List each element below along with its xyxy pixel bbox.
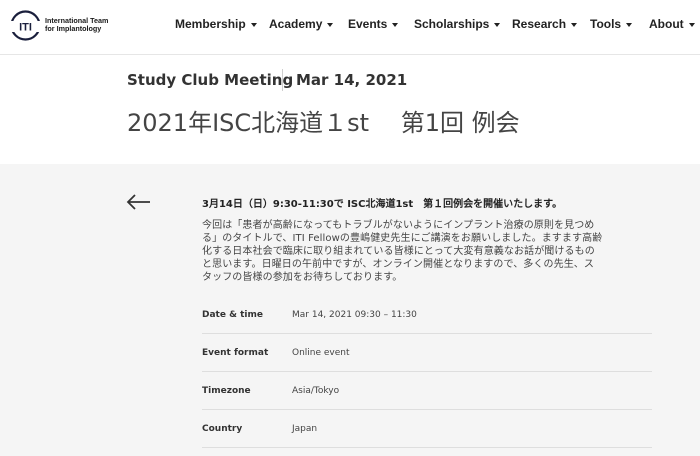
detail-label: Event format: [202, 348, 269, 358]
nav-events-label: Events: [348, 17, 388, 31]
nav-membership-label: Membership: [175, 17, 246, 31]
event-type: Study Club Meeting: [127, 71, 294, 89]
nav-academy[interactable]: Academy: [269, 17, 334, 31]
detail-row-date-time: Date & time Mar 14, 2021 09:30 – 11:30: [202, 296, 652, 334]
detail-value: Mar 14, 2021 09:30 – 11:30: [292, 310, 417, 320]
detail-value: Online event: [292, 348, 350, 358]
event-headline: 3月14日（日）9:30-11:30で ISC北海道1st 第１回例会を開催いた…: [202, 199, 563, 210]
detail-row-country: Country Japan: [202, 410, 652, 448]
chevron-down-icon: [688, 22, 695, 27]
nav-scholarships[interactable]: Scholarships: [414, 17, 501, 31]
main-menu: Membership Academy Events Scholarships R…: [0, 17, 700, 33]
description-line: る」のタイトルで、ITI Fellowの豊嶋健史先生にご講演をお願いしました。ま…: [202, 233, 603, 244]
nav-research[interactable]: Research: [512, 17, 578, 31]
nav-research-label: Research: [512, 17, 567, 31]
detail-label: Date & time: [202, 310, 263, 320]
nav-tools[interactable]: Tools: [590, 17, 633, 31]
description-line: タッフの皆様の参加をお待ちしております。: [202, 272, 403, 283]
description-line: と思います。日曜日の午前中ですが、オンライン開催となりますので、多くの先生、ス: [202, 259, 594, 270]
event-details-table: Date & time Mar 14, 2021 09:30 – 11:30 E…: [202, 296, 652, 448]
header-divider: [282, 69, 283, 91]
detail-row-timezone: Timezone Asia/Tokyo: [202, 372, 652, 410]
description-line: 化する日本社会で臨床に取り組まれている皆様にとって大変有意義なお話が聞けるもの: [202, 246, 595, 257]
top-navigation-bar: ITI International Team for Implantology …: [0, 0, 700, 55]
nav-about-label: About: [649, 17, 684, 31]
nav-membership[interactable]: Membership: [175, 17, 257, 31]
detail-label: Timezone: [202, 386, 251, 396]
nav-scholarships-label: Scholarships: [414, 17, 490, 31]
description-line: 今回は「患者が高齢になってもトラブルがないようにインプラント治療の原則を見つめ: [202, 220, 595, 231]
detail-row-event-format: Event format Online event: [202, 334, 652, 372]
nav-academy-label: Academy: [269, 17, 323, 31]
nav-events[interactable]: Events: [348, 17, 399, 31]
detail-value: Asia/Tokyo: [292, 386, 340, 396]
page-title: 2021年ISC北海道１st 第1回 例会: [127, 109, 520, 137]
chevron-down-icon: [494, 22, 501, 27]
nav-about[interactable]: About: [649, 17, 695, 31]
chevron-down-icon: [250, 22, 257, 27]
event-header: Study Club Meeting Mar 14, 2021 2021年ISC…: [0, 56, 700, 164]
detail-label: Country: [202, 424, 243, 434]
event-date: Mar 14, 2021: [296, 71, 408, 89]
event-description: 今回は「患者が高齢になってもトラブルがないようにインプラント治療の原則を見つめ …: [202, 219, 653, 284]
nav-tools-label: Tools: [590, 17, 622, 31]
detail-value: Japan: [292, 424, 318, 434]
event-content: 3月14日（日）9:30-11:30で ISC北海道1st 第１回例会を開催いた…: [0, 164, 700, 456]
chevron-down-icon: [571, 22, 578, 27]
back-arrow-icon[interactable]: [126, 194, 152, 210]
chevron-down-icon: [392, 22, 399, 27]
chevron-down-icon: [626, 22, 633, 27]
chevron-down-icon: [327, 22, 334, 27]
